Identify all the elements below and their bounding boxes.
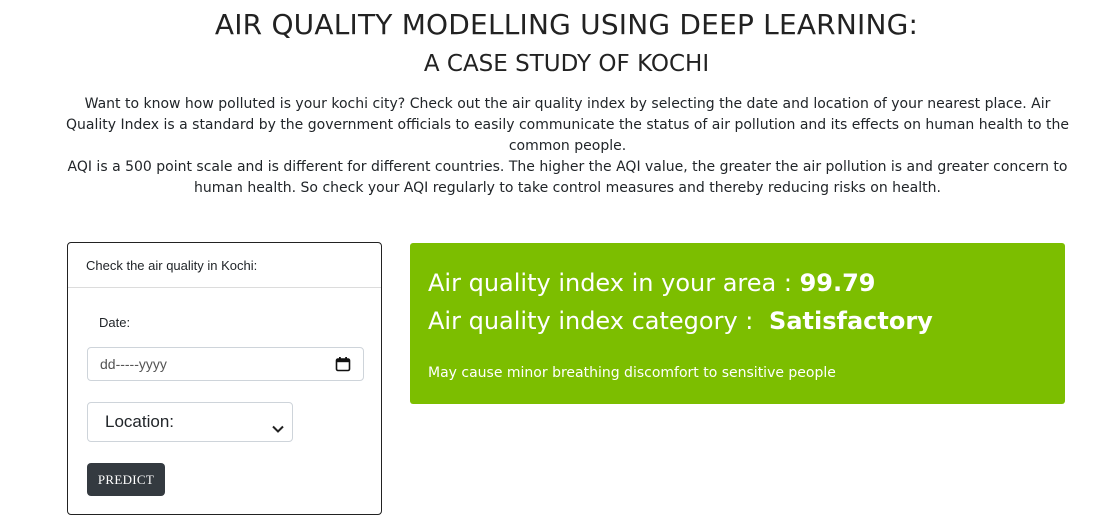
- calendar-icon[interactable]: [335, 356, 351, 372]
- date-input[interactable]: dd-----yyyy: [87, 347, 364, 381]
- intro-paragraph-2: AQI is a 500 point scale and is differen…: [67, 159, 1068, 196]
- location-select[interactable]: Location:: [87, 402, 293, 442]
- predict-button[interactable]: PREDICT: [87, 463, 165, 496]
- page-subtitle: A CASE STUDY OF KOCHI: [423, 51, 710, 77]
- aqi-health-note: May cause minor breathing discomfort to …: [428, 365, 836, 381]
- date-label: Date:: [99, 315, 131, 330]
- aqi-result-panel: Air quality index in your area : 99.79 A…: [410, 243, 1065, 404]
- aqi-category-value: Satisfactory: [769, 307, 933, 335]
- aqi-index-label: Air quality index in your area :: [428, 269, 792, 297]
- aqi-index-line: Air quality index in your area : 99.79: [428, 267, 876, 299]
- air-quality-form-card: Check the air quality in Kochi: Date: dd…: [67, 242, 382, 515]
- page-title: AIR QUALITY MODELLING USING DEEP LEARNIN…: [214, 8, 919, 41]
- location-selected-value: Location:: [105, 412, 174, 431]
- date-placeholder: dd-----yyyy: [100, 356, 167, 372]
- intro-paragraph-1: Want to know how polluted is your kochi …: [66, 96, 1069, 154]
- form-card-header: Check the air quality in Kochi:: [68, 243, 381, 288]
- chevron-down-icon: [272, 418, 284, 433]
- aqi-index-value: 99.79: [799, 269, 876, 297]
- intro-text: Want to know how polluted is your kochi …: [60, 94, 1075, 199]
- aqi-category-label: Air quality index category :: [428, 307, 754, 335]
- aqi-category-line: Air quality index category : Satisfactor…: [428, 305, 933, 337]
